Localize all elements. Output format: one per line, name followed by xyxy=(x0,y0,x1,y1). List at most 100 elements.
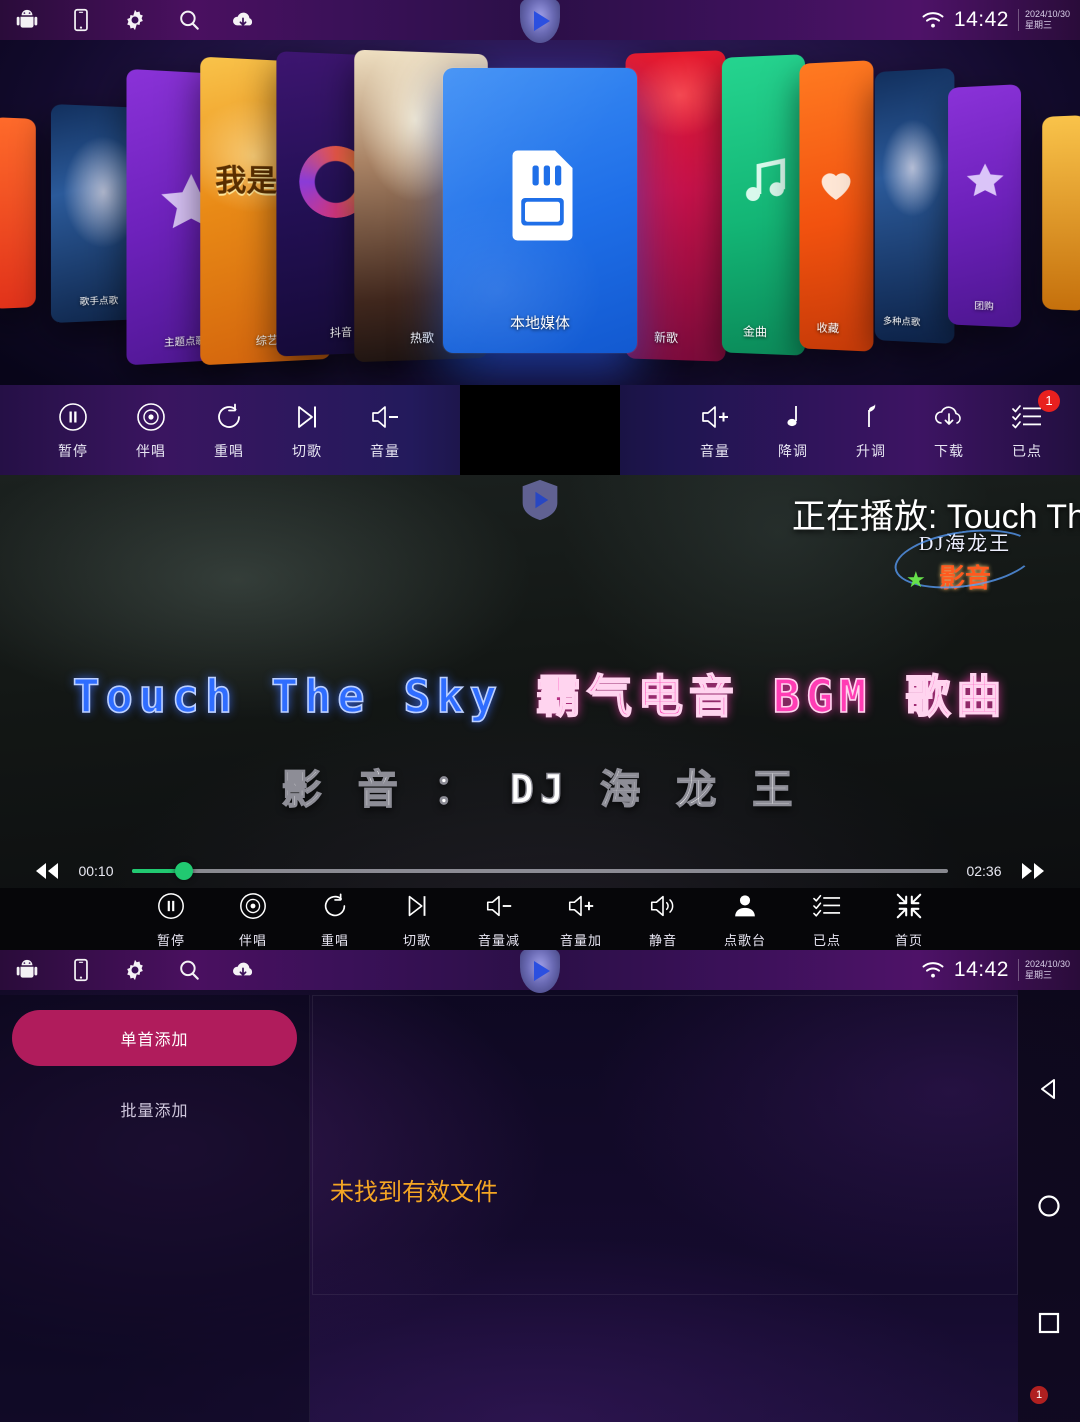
toolbar-button-volume-down[interactable]: 音量 xyxy=(346,400,424,461)
disc-icon xyxy=(135,400,167,434)
toolbar-label: 切歌 xyxy=(292,442,322,459)
app-shield-logo-overlay xyxy=(519,479,561,521)
lyric-line-1: Touch The Sky 霸气电音 BGM 歌曲 xyxy=(0,660,1080,725)
toolbar-label: 暂停 xyxy=(58,442,88,459)
player-button-home[interactable]: 首页 xyxy=(868,889,950,949)
seek-track[interactable] xyxy=(132,862,948,880)
lyric-line-2: 影 音 ： DJ 海 龙 王 xyxy=(281,766,799,813)
download-page-panel: 单首添加 批量添加 未找到有效文件 请选择下载路径 本地存储 取消 确定 xyxy=(0,950,1080,1422)
status-bar-weekday: 星期三 xyxy=(1024,970,1052,980)
player-button-volume-down[interactable]: 音量减 xyxy=(458,889,540,949)
status-bar-clock: 14:42 xyxy=(953,958,1009,981)
carousel-card-8[interactable]: 金曲 xyxy=(721,54,806,356)
phone-icon[interactable] xyxy=(68,957,94,983)
lyrics-overlay: Touch The Sky 霸气电音 BGM 歌曲 影 音 ： DJ 海 龙 王 xyxy=(0,660,1080,815)
replay-icon xyxy=(320,889,350,923)
carousel-card-9[interactable]: 收藏 xyxy=(799,60,874,352)
app-shield-logo xyxy=(518,0,562,44)
player-button-replay[interactable]: 重唱 xyxy=(294,889,376,949)
home-circle-icon[interactable] xyxy=(1034,1191,1064,1221)
phone-icon[interactable] xyxy=(68,7,94,33)
player-button-skip[interactable]: 切歌 xyxy=(376,889,458,949)
status-bar-second: 14:42 2024/10/30 星期三 xyxy=(0,950,1080,993)
player-button-label: 点歌台 xyxy=(723,933,766,948)
player-control-bar: 暂停 伴唱 重唱 切歌 音量减 音量加 静音 点歌台 已点 首页 xyxy=(0,888,1080,950)
carousel-stage[interactable]: 歌手点歌 主题点歌 我是 综艺 抖音 热歌 本地媒体 新歌 金曲 收藏 多种点歌… xyxy=(0,40,1080,385)
fast-forward-icon[interactable] xyxy=(1020,861,1046,881)
rewind-icon[interactable] xyxy=(34,861,60,881)
toolbar-label: 已点 xyxy=(1012,442,1042,459)
carousel-card-selected-local-media[interactable]: 本地媒体 xyxy=(443,68,637,353)
toolbar-button-skip[interactable]: 切歌 xyxy=(268,400,346,461)
player-button-song-station[interactable]: 点歌台 xyxy=(704,889,786,949)
player-button-label: 暂停 xyxy=(156,933,185,948)
player-button-accompaniment[interactable]: 伴唱 xyxy=(212,889,294,949)
cloud-download-icon[interactable] xyxy=(230,957,256,983)
toolbar-button-pause[interactable]: 暂停 xyxy=(34,400,112,461)
carousel-card-label: 收藏 xyxy=(816,322,840,336)
gear-icon[interactable] xyxy=(122,957,148,983)
queued-count-badge: 1 xyxy=(1038,389,1060,412)
total-time: 02:36 xyxy=(966,863,1002,879)
android-robot-icon[interactable] xyxy=(14,957,40,983)
carousel-card-0[interactable] xyxy=(0,117,36,309)
home-video-thumb-well[interactable] xyxy=(460,385,620,475)
player-button-volume-up[interactable]: 音量加 xyxy=(540,889,622,949)
toolbar-label: 重唱 xyxy=(214,442,244,459)
status-bar-left-icons xyxy=(0,7,256,33)
download-file-list-area[interactable] xyxy=(312,995,1018,1295)
player-button-pause[interactable]: 暂停 xyxy=(130,889,212,949)
toolbar-button-replay[interactable]: 重唱 xyxy=(190,400,268,461)
toolbar-button-key-down[interactable]: 降调 xyxy=(754,400,832,461)
player-button-label: 伴唱 xyxy=(238,933,267,948)
toolbar-button-queued[interactable]: 1 已点 xyxy=(988,389,1066,461)
status-bar-weekday: 星期三 xyxy=(1024,20,1052,30)
recents-square-icon[interactable] xyxy=(1034,1308,1064,1338)
seek-bar-row: 00:10 02:36 xyxy=(0,855,1080,887)
toolbar-button-volume-up[interactable]: 音量 xyxy=(676,400,754,461)
home-toolbar-right-group: 音量 降调 升调 下载 1 已点 xyxy=(676,389,1080,461)
player-button-label: 静音 xyxy=(648,933,677,948)
toolbar-label: 下载 xyxy=(934,442,964,459)
android-robot-icon[interactable] xyxy=(14,7,40,33)
toolbar-button-accompaniment[interactable]: 伴唱 xyxy=(112,400,190,461)
search-icon[interactable] xyxy=(176,7,202,33)
cloud-download-icon[interactable] xyxy=(230,7,256,33)
status-bar-right: 14:42 2024/10/30 星期三 xyxy=(921,8,1080,32)
empty-state-message: 未找到有效文件 xyxy=(330,1179,498,1206)
toolbar-button-key-up[interactable]: 升调 xyxy=(832,400,910,461)
status-bar-date-value: 2024/10/30 xyxy=(1024,9,1070,19)
carousel-card-7[interactable]: 新歌 xyxy=(625,50,726,362)
player-button-label: 音量减 xyxy=(477,933,520,948)
player-button-label: 已点 xyxy=(812,933,841,948)
side-button-batch-add[interactable]: 批量添加 xyxy=(12,1081,297,1137)
playlist-icon xyxy=(811,889,843,923)
player-button-label: 首页 xyxy=(894,933,923,948)
carousel-card-12[interactable] xyxy=(1042,115,1080,311)
side-button-single-add[interactable]: 单首添加 xyxy=(12,1010,297,1066)
search-icon[interactable] xyxy=(176,957,202,983)
status-bar-clock: 14:42 xyxy=(953,8,1009,31)
note-up-icon xyxy=(855,400,887,434)
volume-mute-icon xyxy=(647,889,679,923)
player-button-queued[interactable]: 已点 xyxy=(786,889,868,949)
home-toolbar: 暂停 伴唱 重唱 切歌 音量 音量 降调 升调 下载 1 已点 xyxy=(0,385,1080,475)
carousel-card-10[interactable]: 多种点歌 xyxy=(874,67,955,344)
karaoke-app-screenshot: 歌手点歌 主题点歌 我是 综艺 抖音 热歌 本地媒体 新歌 金曲 收藏 多种点歌… xyxy=(0,0,1080,1422)
status-bar-date-value: 2024/10/30 xyxy=(1024,959,1070,969)
player-button-label: 切歌 xyxy=(402,933,431,948)
carousel-card-11[interactable]: 团购 xyxy=(948,84,1021,328)
toolbar-button-download[interactable]: 下载 xyxy=(910,400,988,461)
player-button-label: 重唱 xyxy=(320,933,349,948)
player-button-label: 音量加 xyxy=(559,933,602,948)
download-side-panel: 单首添加 批量添加 xyxy=(0,995,310,1422)
status-bar-date: 2024/10/30 星期三 xyxy=(1017,959,1070,981)
player-button-mute[interactable]: 静音 xyxy=(622,889,704,949)
pause-circle-icon xyxy=(57,400,89,434)
toolbar-label: 升调 xyxy=(856,442,886,459)
toolbar-label: 伴唱 xyxy=(136,442,166,459)
seek-thumb[interactable] xyxy=(175,862,194,880)
back-triangle-icon[interactable] xyxy=(1034,1074,1064,1104)
cloud-download-icon xyxy=(932,400,966,434)
gear-icon[interactable] xyxy=(122,7,148,33)
